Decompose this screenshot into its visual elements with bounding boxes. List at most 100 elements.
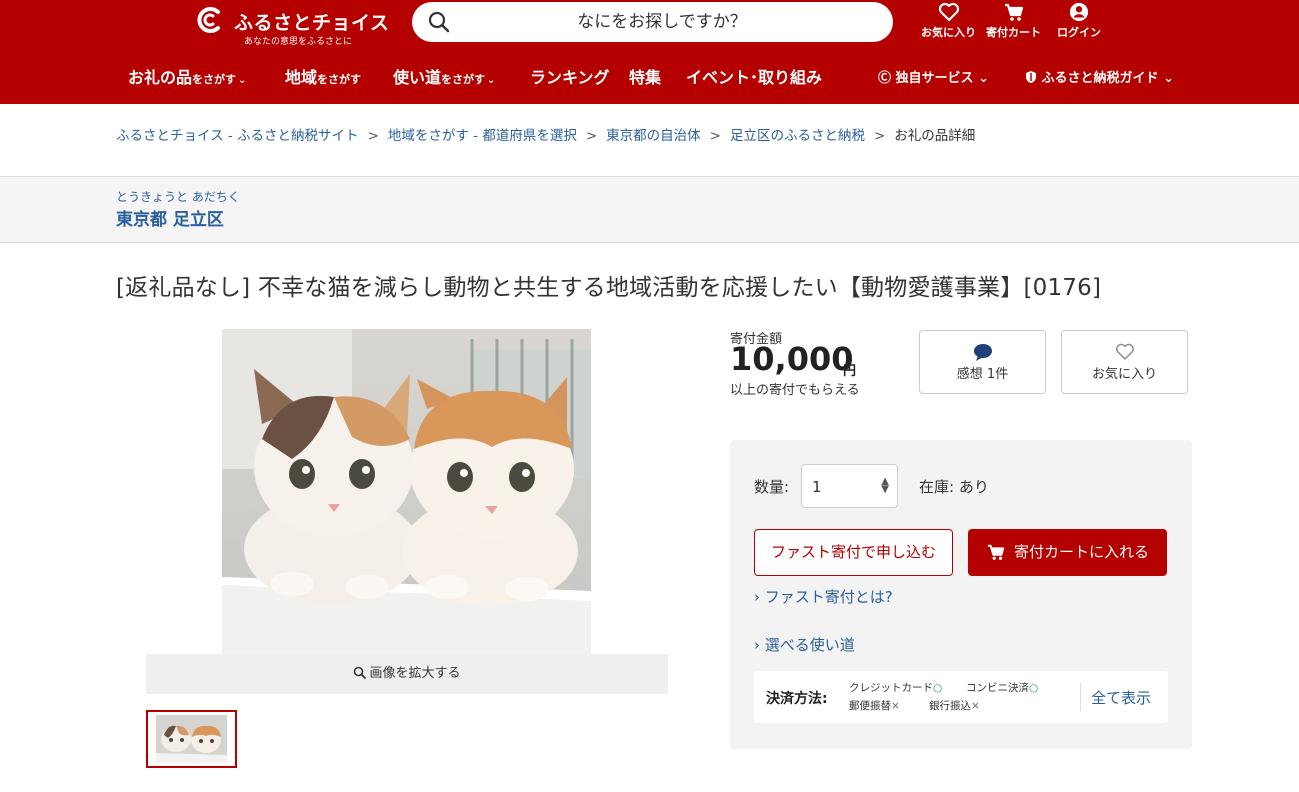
usage-options-label: 選べる使い道 (764, 636, 855, 654)
nav-ranking[interactable]: ランキング (530, 64, 610, 88)
site-header: ふるさとチョイス あなたの意思をふるさとに お気に入り 寄付カート ログイン (0, 0, 1299, 104)
cart-label: 寄付カート (986, 26, 1041, 39)
chevron-down-icon: ⌄ (973, 71, 989, 86)
nav-usage-label: 使い道 (393, 68, 442, 87)
chevron-right-icon: › (754, 636, 760, 654)
quantity-value: 1 (812, 478, 822, 496)
nav-guide[interactable]: ふるさと納税ガイド ⌄ (1025, 67, 1174, 86)
nav-services-label: 独自サービス (895, 71, 974, 86)
municipality-band: とうきょうと あだちく 東京都 足立区 (0, 176, 1299, 243)
logo-text: ふるさとチョイス (234, 12, 390, 34)
shield-icon (1025, 71, 1042, 86)
price-unit: 円 (843, 364, 857, 379)
stock-status: 在庫: あり (919, 478, 989, 496)
unavailable-mark: × (891, 700, 900, 712)
login-label: ログイン (1057, 26, 1101, 39)
breadcrumb-current: お礼の品詳細 (894, 128, 976, 144)
heart-outline-icon (1115, 343, 1134, 360)
nav-gifts[interactable]: お礼の品をさがす ⌄ (128, 64, 246, 88)
add-to-cart-button[interactable]: 寄付カートに入れる (968, 529, 1167, 576)
nav-region-suffix: をさがす (317, 73, 362, 86)
fast-donation-info-label: ファスト寄付とは? (764, 588, 893, 606)
image-thumbnail[interactable] (146, 710, 237, 768)
nav-guide-label: ふるさと納税ガイド (1041, 71, 1159, 86)
available-mark: ○ (933, 682, 943, 694)
breadcrumb-municipality[interactable]: 足立区のふるさと納税 (730, 128, 865, 144)
site-logo[interactable]: ふるさとチョイス あなたの意思をふるさとに (196, 4, 390, 47)
payment-label: 決済方法: (766, 691, 828, 707)
search-box (412, 2, 893, 42)
payment-method-name: 銀行振込 (929, 700, 971, 712)
payment-postal-transfer: 郵便振替× (849, 698, 900, 713)
quantity-label: 数量: (754, 478, 790, 496)
payment-bank-transfer: 銀行振込× (929, 698, 980, 713)
nav-region[interactable]: 地域をさがす (285, 64, 361, 88)
nav-usage[interactable]: 使い道をさがす ⌄ (393, 64, 495, 88)
municipality-name[interactable]: 東京都 足立区 (116, 205, 224, 230)
cart-icon (1004, 3, 1023, 21)
breadcrumb-separator: > (709, 128, 721, 144)
price-note: 以上の寄付でもらえる (730, 383, 860, 398)
price-amount: 10,000 (730, 340, 854, 378)
user-icon (1069, 2, 1089, 22)
show-all-payments-link[interactable]: 全て表示 (1091, 687, 1151, 708)
favorite-label: お気に入り (1091, 367, 1157, 382)
breadcrumb-region[interactable]: 地域をさがす - 都道府県を選択 (388, 128, 577, 144)
fast-donation-button[interactable]: ファスト寄付で申し込む (754, 529, 953, 576)
fast-donation-info-link[interactable]: › ファスト寄付とは? (754, 586, 893, 607)
zoom-image-button[interactable]: 画像を拡大する (146, 654, 668, 694)
favorites-link[interactable]: お気に入り (921, 2, 976, 40)
nav-services[interactable]: Ⓒ 独自サービス ⌄ (878, 67, 989, 86)
add-to-cart-label: 寄付カートに入れる (1013, 543, 1149, 561)
favorite-button[interactable]: お気に入り (1061, 330, 1188, 394)
chevron-right-icon: › (754, 588, 760, 606)
quantity-select[interactable]: 1 ▲ ▼ (801, 464, 898, 508)
chevron-down-icon: ⌄ (487, 75, 496, 86)
choice-c-icon: Ⓒ (878, 71, 892, 86)
chevron-down-icon: ⌄ (238, 75, 247, 86)
nav-region-label: 地域 (285, 68, 318, 87)
payment-methods: 決済方法: クレジットカード○ コンビニ決済○ 郵便振替× 銀行振込× 全て表示 (754, 671, 1168, 723)
logo-mark-icon (196, 6, 228, 39)
payment-method-name: コンビニ決済 (966, 682, 1029, 694)
cart-link[interactable]: 寄付カート (986, 2, 1041, 40)
search-input[interactable] (462, 2, 862, 42)
nav-usage-suffix: をさがす (441, 73, 486, 86)
order-panel: 数量: 1 ▲ ▼ 在庫: あり ファスト寄付で申し込む 寄付カートに入れる › … (730, 440, 1192, 749)
zoom-label: 画像を拡大する (369, 666, 461, 681)
breadcrumb-separator: > (585, 128, 598, 144)
breadcrumb-prefecture[interactable]: 東京都の自治体 (606, 128, 701, 144)
product-title: [返礼品なし] 不幸な猫を減らし動物と共生する地域活動を応援したい【動物愛護事業… (116, 275, 1102, 301)
kittens-photo-icon (222, 329, 591, 654)
cart-icon (987, 544, 1005, 560)
breadcrumb-home[interactable]: ふるさとチョイス - ふるさと納税サイト (116, 128, 359, 144)
speech-bubble-icon (973, 344, 992, 361)
global-nav: お礼の品をさがす ⌄ 地域をさがす 使い道をさがす ⌄ ランキング 特集 イベント･… (0, 60, 1299, 92)
reviews-button[interactable]: 感想 1件 (919, 330, 1046, 394)
usage-options-link[interactable]: › 選べる使い道 (754, 634, 855, 655)
favorites-label: お気に入り (921, 26, 976, 39)
breadcrumb-separator: > (873, 128, 886, 144)
nav-events[interactable]: イベント･取り組み (686, 64, 822, 88)
kittens-thumbnail-icon (156, 715, 227, 763)
breadcrumb-separator: > (367, 128, 379, 144)
logo-tagline: あなたの意思をふるさとに (244, 37, 353, 47)
nav-gifts-label: お礼の品 (128, 68, 193, 87)
search-icon[interactable] (428, 11, 450, 33)
heart-icon (938, 2, 959, 22)
payment-credit-card: クレジットカード○ (849, 680, 942, 695)
municipality-ruby: とうきょうと あだちく (116, 190, 240, 204)
payment-method-name: クレジットカード (849, 682, 933, 694)
divider (1080, 683, 1081, 711)
login-link[interactable]: ログイン (1057, 2, 1101, 40)
nav-gifts-suffix: をさがす (192, 73, 237, 86)
breadcrumb: ふるさとチョイス - ふるさと納税サイト > 地域をさがす - 都道府県を選択 > 東京… (116, 124, 975, 144)
nav-feature[interactable]: 特集 (629, 64, 661, 88)
available-mark: ○ (1029, 682, 1039, 694)
payment-method-name: 郵便振替 (849, 700, 891, 712)
reviews-label: 感想 1件 (956, 367, 1009, 382)
chevron-down-icon: ⌄ (1158, 71, 1174, 86)
payment-convenience-store: コンビニ決済○ (966, 680, 1038, 695)
product-image[interactable] (222, 329, 591, 654)
unavailable-mark: × (971, 700, 980, 712)
